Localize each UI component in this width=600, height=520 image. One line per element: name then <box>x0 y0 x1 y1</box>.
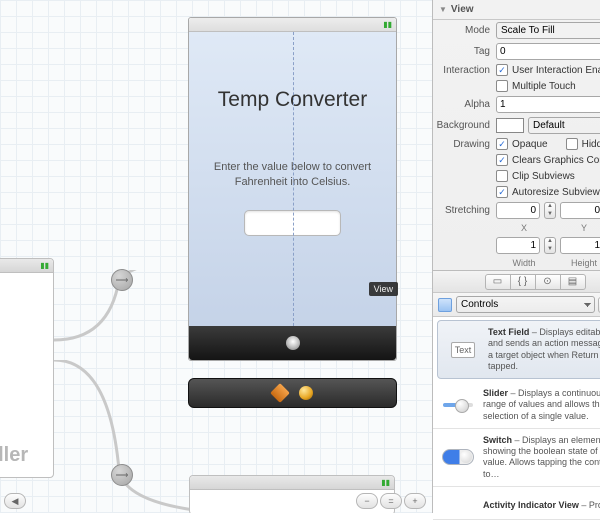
slider-icon <box>443 403 473 407</box>
tag-field[interactable] <box>496 43 600 60</box>
first-responder-icon[interactable] <box>270 383 290 403</box>
battery-icon: ▮▮ <box>383 20 392 29</box>
category-icon <box>438 298 452 312</box>
library-item-slider[interactable]: Slider – Displays a continuous range of … <box>433 382 600 429</box>
segue-node[interactable]: ⟶ <box>111 464 133 486</box>
user-interaction-checkbox[interactable]: ✓ <box>496 64 508 76</box>
stretch-x-field[interactable] <box>496 202 540 219</box>
interaction-label: Interaction <box>433 65 496 76</box>
library-tab-bar[interactable]: ▭ { } ⊙ ▤ <box>433 271 600 293</box>
stretching-label: Stretching <box>433 205 496 216</box>
text-field-icon: Text <box>451 342 476 358</box>
alpha-label: Alpha <box>433 99 496 110</box>
activity-indicator-icon <box>441 493 475 519</box>
opaque-checkbox[interactable]: ✓ <box>496 138 508 150</box>
background-label: Background <box>433 120 496 131</box>
file-templates-tab[interactable]: ▭ <box>485 274 511 290</box>
hidden-checkbox[interactable] <box>566 138 578 150</box>
drawing-label: Drawing <box>433 139 496 150</box>
clip-subviews-checkbox[interactable] <box>496 170 508 182</box>
root-view[interactable]: Temp Converter Enter the value below to … <box>189 32 396 326</box>
alpha-field[interactable] <box>496 96 600 113</box>
back-button[interactable]: ◀ <box>4 493 26 509</box>
mode-select[interactable]: Scale To Fill <box>496 22 600 39</box>
vc-left-label: oller <box>0 444 53 467</box>
media-tab[interactable]: ▤ <box>560 274 586 290</box>
background-swatch[interactable] <box>496 118 524 133</box>
view-controller-left[interactable]: ▮▮ oller <box>0 258 54 478</box>
library-item-activity[interactable]: Activity Indicator View – Provides <box>433 487 600 520</box>
zoom-out-button[interactable]: − <box>356 493 378 509</box>
tab-item-icon <box>286 336 300 350</box>
switch-icon <box>442 449 474 465</box>
stretch-w-field[interactable] <box>496 237 540 254</box>
object-library: ▭ { } ⊙ ▤ Controls ▦≡ Text Text Field – … <box>433 270 600 520</box>
mode-label: Mode <box>433 25 496 36</box>
battery-icon: ▮▮ <box>381 478 390 487</box>
autoresize-checkbox[interactable]: ✓ <box>496 186 508 198</box>
view-controller-main[interactable]: ▮▮ Temp Converter Enter the value below … <box>188 17 397 361</box>
tag-label: Tag <box>433 46 496 57</box>
section-header[interactable]: View <box>433 0 600 20</box>
selection-badge: View <box>369 282 398 296</box>
battery-icon: ▮▮ <box>40 261 49 270</box>
multiple-touch-checkbox[interactable] <box>496 80 508 92</box>
library-item-switch[interactable]: Switch – Displays an element showing the… <box>433 429 600 487</box>
library-item-text-field[interactable]: Text Text Field – Displays editable text… <box>437 320 600 379</box>
stretch-h-field[interactable] <box>560 237 600 254</box>
scene-dock[interactable] <box>188 378 397 408</box>
storyboard-canvas[interactable]: ▮▮ oller ⟶ ⟶ ▮▮ Temp Converter Enter the… <box>0 0 432 513</box>
background-select[interactable]: Default <box>528 117 600 134</box>
tab-bar[interactable] <box>189 326 396 360</box>
segue-node[interactable]: ⟶ <box>111 269 133 291</box>
clears-graphics-checkbox[interactable]: ✓ <box>496 154 508 166</box>
zoom-in-button[interactable]: + <box>404 493 426 509</box>
objects-tab[interactable]: ⊙ <box>535 274 561 290</box>
category-select[interactable]: Controls <box>456 296 595 313</box>
zoom-fit-button[interactable]: = <box>380 493 402 509</box>
layout-guide-vertical <box>293 32 294 326</box>
code-snippets-tab[interactable]: { } <box>510 274 536 290</box>
view-controller-icon[interactable] <box>299 386 313 400</box>
stretch-y-field[interactable] <box>560 202 600 219</box>
inspector-panel: View Mode Scale To Fill Tag ▲▼ Interacti… <box>432 0 600 513</box>
